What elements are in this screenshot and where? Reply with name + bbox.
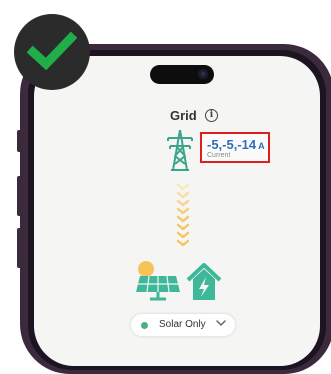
power-tower-icon bbox=[167, 129, 193, 171]
dynamic-island bbox=[150, 65, 214, 84]
mode-selected-label: Solar Only bbox=[159, 319, 206, 330]
checkmark-icon bbox=[27, 31, 77, 71]
phone-side-button bbox=[17, 176, 23, 216]
current-unit: A bbox=[258, 141, 265, 151]
current-label: Current bbox=[207, 152, 231, 159]
energy-flow-arrows bbox=[176, 183, 190, 247]
info-icon[interactable]: i bbox=[205, 109, 218, 122]
phone-side-button bbox=[17, 228, 23, 268]
chevron-down-icon bbox=[216, 320, 226, 326]
current-value: -5,-5,-14 A bbox=[207, 137, 265, 152]
front-camera-icon bbox=[198, 69, 208, 79]
mode-status-dot bbox=[141, 322, 148, 329]
phone-side-button bbox=[17, 130, 23, 152]
current-value-number: -5,-5,-14 bbox=[207, 137, 257, 152]
grid-current-readout[interactable]: -5,-5,-14 A Current bbox=[200, 132, 270, 163]
mode-selector[interactable]: Solar Only bbox=[131, 314, 235, 336]
solar-panel-icon bbox=[136, 261, 180, 301]
home-icon bbox=[186, 263, 222, 300]
success-badge bbox=[14, 14, 90, 90]
grid-title: Grid bbox=[170, 108, 197, 123]
